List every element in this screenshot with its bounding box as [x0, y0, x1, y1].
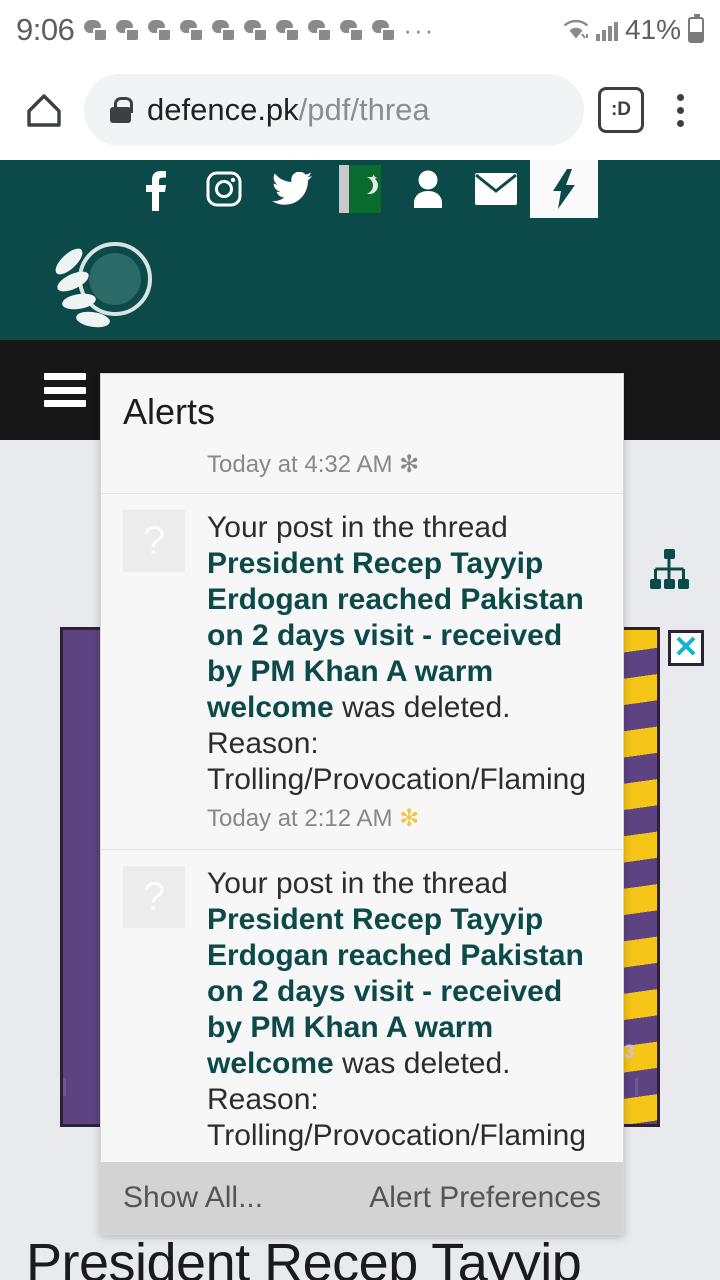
chat-message-icon	[244, 20, 267, 40]
site-social-nav: ✦	[0, 160, 720, 218]
alert-timestamp: Today at 2:12 AM ✻	[207, 798, 601, 849]
chat-message-icon	[372, 20, 395, 40]
alert-content: Your post in the thread President Recep …	[207, 510, 601, 849]
status-overflow-icon: ···	[403, 15, 436, 45]
chat-message-icon	[84, 20, 107, 40]
chat-message-icon	[340, 20, 363, 40]
chat-message-icon	[180, 20, 203, 40]
alert-prefix: Your post in the thread	[207, 511, 508, 544]
alerts-footer: Show All... Alert Preferences	[101, 1162, 623, 1234]
status-clock: 9:06	[16, 12, 75, 47]
page-title: President Recep Tayyip	[26, 1233, 582, 1280]
list-item[interactable]: ? Your post in the thread President Rece…	[101, 849, 623, 1162]
browser-toolbar: defence.pk/pdf/threa :D	[0, 60, 720, 160]
web-page: ✦ ✕ President Recep Tayyip Alerts Today …	[0, 160, 720, 1280]
url-domain: defence.pk	[147, 92, 299, 127]
home-icon[interactable]	[22, 88, 66, 132]
alert-message: Your post in the thread President Recep …	[207, 510, 601, 798]
cellular-signal-icon	[595, 19, 618, 41]
avatar: ?	[123, 510, 185, 572]
alert-preferences-button[interactable]: Alert Preferences	[369, 1181, 601, 1215]
site-logo[interactable]	[50, 232, 152, 332]
twitter-icon[interactable]	[258, 160, 326, 218]
site-header	[0, 218, 720, 340]
chat-message-icon	[308, 20, 331, 40]
wifi-icon	[563, 19, 589, 41]
alerts-bolt-button[interactable]	[530, 160, 598, 218]
battery-percent-label: 41%	[624, 14, 681, 45]
phone-screen: 9:06 ··· 41% defence.pk/pdf/threa:D ✦ ✕…	[0, 0, 720, 1280]
chat-message-icon	[116, 20, 139, 40]
user-account-icon[interactable]	[394, 160, 462, 218]
alert-message: Your post in the thread President Recep …	[207, 866, 601, 1154]
show-all-button[interactable]: Show All...	[123, 1181, 263, 1215]
hamburger-menu-icon[interactable]	[44, 373, 86, 407]
alerts-list[interactable]: Today at 4:32 AM ✻ ? Your post in the th…	[101, 450, 623, 1162]
alert-prefix: Your post in the thread	[207, 867, 508, 900]
sitemap-icon[interactable]	[646, 548, 692, 592]
facebook-icon[interactable]	[122, 160, 190, 218]
envelope-icon[interactable]	[462, 160, 530, 218]
kebab-menu-icon[interactable]	[662, 87, 698, 133]
alert-content: Your post in the thread President Recep …	[207, 866, 601, 1162]
ad-close-button[interactable]: ✕	[668, 630, 704, 666]
status-bar: 9:06 ··· 41%	[0, 0, 720, 60]
alerts-dropdown: Alerts Today at 4:32 AM ✻ ? Your post in…	[100, 373, 624, 1235]
instagram-icon[interactable]	[190, 160, 258, 218]
battery-icon	[688, 14, 704, 43]
alerts-title: Alerts	[101, 374, 623, 450]
alert-time-text: Today at 2:12 AM	[207, 805, 393, 832]
url-path: /pdf/threa	[298, 92, 430, 127]
alert-star-icon: ✻	[399, 451, 420, 478]
status-notification-icons	[84, 20, 395, 40]
avatar: ?	[123, 866, 185, 928]
alert-partial-timestamp: Today at 4:32 AM ✻	[101, 450, 623, 493]
url-text: defence.pk/pdf/threa	[147, 92, 430, 128]
address-bar[interactable]: defence.pk/pdf/threa	[84, 74, 584, 146]
lock-icon	[110, 97, 133, 123]
status-right-cluster: 41%	[563, 14, 704, 46]
chat-message-icon	[212, 20, 235, 40]
list-item[interactable]: ? Your post in the thread President Rece…	[101, 493, 623, 849]
chat-message-icon	[148, 20, 171, 40]
chat-message-icon	[276, 20, 299, 40]
alert-time-text: Today at 4:32 AM	[207, 451, 393, 478]
alert-star-icon: ✻	[399, 805, 420, 832]
tab-count-button[interactable]: :D	[598, 87, 644, 133]
flag-avatar-icon[interactable]: ✦	[326, 160, 394, 218]
alert-timestamp: Today at 2:12 AM ✻	[207, 1154, 601, 1162]
